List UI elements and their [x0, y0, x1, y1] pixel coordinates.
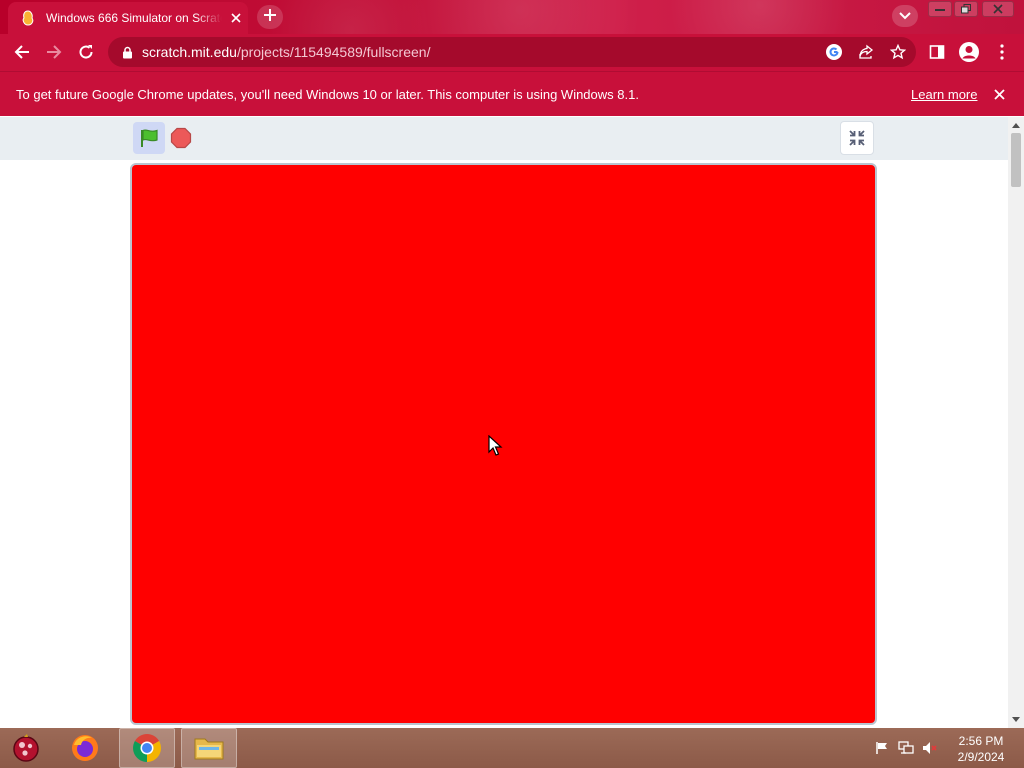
exit-fullscreen-button[interactable] [840, 121, 874, 155]
taskbar-chrome[interactable] [119, 728, 175, 768]
reload-button[interactable] [72, 38, 100, 66]
folder-icon [194, 738, 224, 760]
window-close-button[interactable] [981, 0, 1015, 18]
url-path: /projects/115494589/fullscreen/ [236, 44, 431, 60]
back-button[interactable] [8, 38, 36, 66]
system-clock[interactable]: 2:56 PM 2/9/2024 [950, 733, 1012, 765]
green-flag-icon [141, 129, 158, 147]
restore-icon [961, 4, 971, 14]
infobar-message: To get future Google Chrome updates, you… [16, 86, 639, 102]
start-button[interactable] [4, 728, 48, 768]
address-bar[interactable]: scratch.mit.edu/projects/115494589/fulls… [108, 37, 916, 67]
green-flag-button[interactable] [133, 122, 165, 154]
taskbar-file-explorer[interactable] [181, 728, 237, 768]
clock-time: 2:56 PM [958, 734, 1004, 748]
volume-muted-icon[interactable] [922, 740, 938, 756]
page-scrollbar[interactable] [1008, 117, 1024, 728]
side-panel-icon [929, 45, 945, 59]
mouse-pointer-icon [488, 435, 503, 456]
clock-date: 2/9/2024 [957, 750, 1005, 764]
new-tab-button[interactable] [257, 5, 283, 29]
arrow-left-icon [14, 45, 29, 59]
forward-button[interactable] [40, 38, 68, 66]
tab-title: Windows 666 Simulator on Scratch [46, 11, 222, 25]
lock-icon [120, 45, 134, 59]
chrome-icon [133, 734, 161, 762]
google-lens-icon[interactable] [825, 43, 843, 61]
scroll-up-arrow-icon[interactable] [1008, 119, 1024, 131]
exit-fullscreen-icon [849, 130, 865, 146]
start-orb-icon [13, 734, 39, 762]
url-text: scratch.mit.edu/projects/115494589/fulls… [142, 44, 430, 60]
tab-search-button[interactable] [892, 5, 918, 27]
stop-sign-icon [170, 127, 192, 149]
scroll-thumb[interactable] [1011, 133, 1021, 187]
browser-titlebar: Windows 666 Simulator on Scratch [0, 0, 1024, 34]
learn-more-link[interactable]: Learn more [911, 87, 977, 102]
action-center-flag-icon[interactable] [874, 740, 890, 756]
taskbar-firefox[interactable] [62, 728, 108, 768]
update-infobar: To get future Google Chrome updates, you… [0, 71, 1024, 116]
minimize-icon [935, 9, 945, 11]
chevron-down-icon [899, 7, 911, 25]
close-icon [993, 4, 1003, 14]
window-restore-button[interactable] [953, 0, 979, 18]
scratch-favicon-icon [20, 10, 36, 26]
plus-icon [263, 8, 277, 27]
share-icon[interactable] [857, 43, 875, 61]
windows-taskbar: 2:56 PM 2/9/2024 [0, 728, 1024, 768]
profile-button[interactable] [955, 38, 983, 66]
firefox-icon [72, 735, 98, 761]
menu-button[interactable] [988, 38, 1016, 66]
stop-button[interactable] [168, 125, 194, 151]
network-icon[interactable] [898, 740, 914, 756]
window-minimize-button[interactable] [927, 0, 953, 18]
bookmark-star-icon[interactable] [889, 43, 907, 61]
stage-header [0, 117, 1008, 160]
browser-toolbar: scratch.mit.edu/projects/115494589/fulls… [0, 34, 1024, 71]
kebab-menu-icon [1000, 44, 1004, 60]
page-content [0, 117, 1008, 728]
arrow-right-icon [47, 45, 62, 59]
infobar-close-icon[interactable] [991, 86, 1007, 102]
url-host: scratch.mit.edu [142, 44, 237, 60]
scroll-down-arrow-icon[interactable] [1008, 713, 1024, 725]
side-panel-button[interactable] [923, 38, 951, 66]
reload-icon [79, 45, 93, 59]
tab-close-icon[interactable] [228, 10, 244, 26]
avatar-icon [959, 42, 979, 62]
browser-tab[interactable]: Windows 666 Simulator on Scratch [8, 2, 248, 34]
